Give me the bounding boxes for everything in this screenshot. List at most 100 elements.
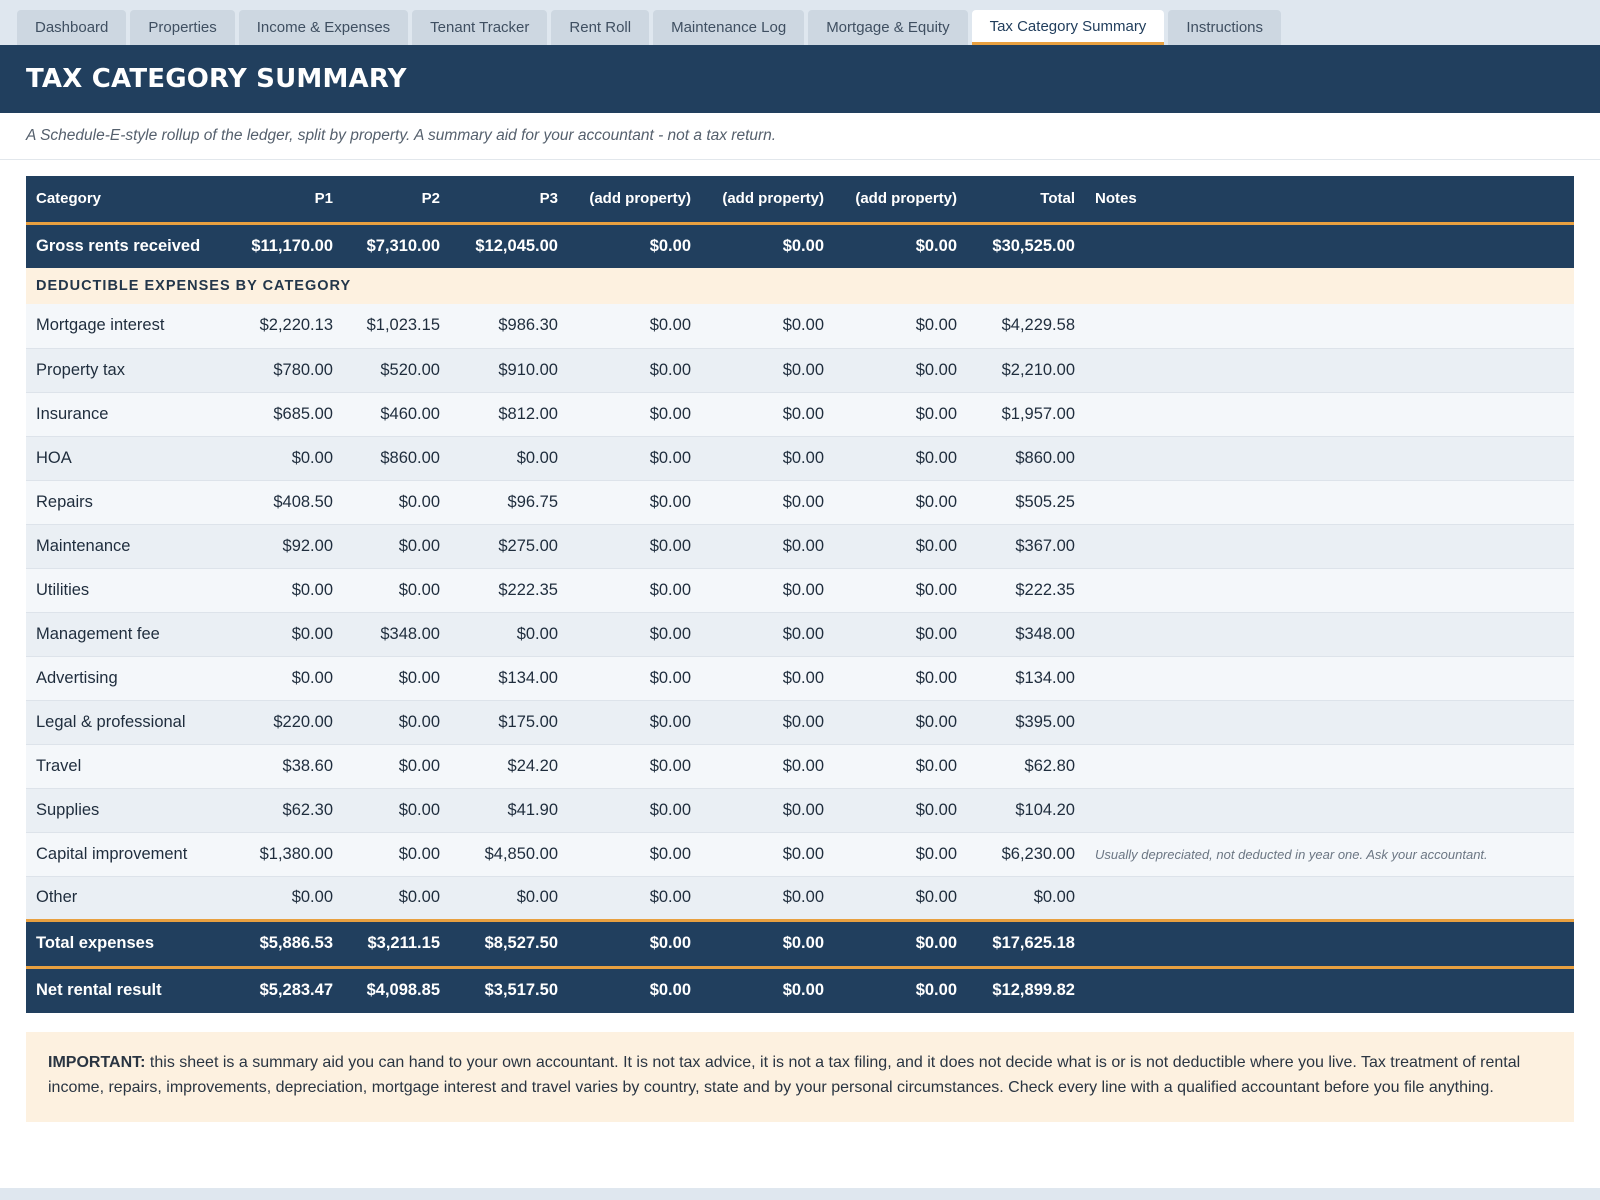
value-cell[interactable]: $0.00 (568, 524, 701, 568)
value-cell[interactable]: $5,886.53 (234, 920, 343, 967)
value-cell[interactable]: $62.30 (234, 788, 343, 832)
value-cell[interactable]: $8,527.50 (450, 920, 568, 967)
value-cell[interactable]: $0.00 (343, 788, 450, 832)
value-cell[interactable]: $0.00 (834, 304, 967, 348)
note-cell[interactable] (1085, 304, 1574, 348)
value-cell[interactable]: $1,023.15 (343, 304, 450, 348)
note-cell[interactable] (1085, 436, 1574, 480)
value-cell[interactable]: $0.00 (234, 568, 343, 612)
note-cell[interactable] (1085, 788, 1574, 832)
value-cell[interactable]: $0.00 (234, 436, 343, 480)
value-cell[interactable]: $0.00 (834, 348, 967, 392)
value-cell[interactable]: $3,211.15 (343, 920, 450, 967)
note-cell[interactable] (1085, 612, 1574, 656)
value-cell[interactable]: $275.00 (450, 524, 568, 568)
value-cell[interactable]: $38.60 (234, 744, 343, 788)
total-cell[interactable]: $367.00 (967, 524, 1085, 568)
value-cell[interactable]: $11,170.00 (234, 223, 343, 268)
value-cell[interactable]: $780.00 (234, 348, 343, 392)
note-cell[interactable] (1085, 920, 1574, 967)
value-cell[interactable]: $0.00 (834, 788, 967, 832)
value-cell[interactable]: $5,283.47 (234, 967, 343, 1013)
value-cell[interactable]: $0.00 (568, 700, 701, 744)
value-cell[interactable]: $0.00 (834, 223, 967, 268)
value-cell[interactable]: $134.00 (450, 656, 568, 700)
value-cell[interactable]: $0.00 (568, 832, 701, 876)
value-cell[interactable]: $1,380.00 (234, 832, 343, 876)
value-cell[interactable]: $0.00 (834, 392, 967, 436)
value-cell[interactable]: $0.00 (234, 612, 343, 656)
note-cell[interactable] (1085, 700, 1574, 744)
value-cell[interactable]: $4,098.85 (343, 967, 450, 1013)
value-cell[interactable]: $0.00 (568, 744, 701, 788)
value-cell[interactable]: $0.00 (701, 524, 834, 568)
total-cell[interactable]: $395.00 (967, 700, 1085, 744)
value-cell[interactable]: $0.00 (568, 920, 701, 967)
total-cell[interactable]: $30,525.00 (967, 223, 1085, 268)
value-cell[interactable]: $3,517.50 (450, 967, 568, 1013)
value-cell[interactable]: $0.00 (834, 700, 967, 744)
value-cell[interactable]: $460.00 (343, 392, 450, 436)
value-cell[interactable]: $0.00 (701, 744, 834, 788)
tab-properties[interactable]: Properties (130, 10, 235, 45)
value-cell[interactable]: $0.00 (701, 568, 834, 612)
value-cell[interactable]: $0.00 (343, 656, 450, 700)
value-cell[interactable]: $0.00 (701, 612, 834, 656)
tab-income-and-expenses[interactable]: Income & Expenses (238, 10, 409, 45)
value-cell[interactable]: $0.00 (701, 832, 834, 876)
total-cell[interactable]: $348.00 (967, 612, 1085, 656)
value-cell[interactable]: $0.00 (834, 612, 967, 656)
value-cell[interactable]: $0.00 (834, 920, 967, 967)
value-cell[interactable]: $0.00 (701, 876, 834, 920)
value-cell[interactable]: $4,850.00 (450, 832, 568, 876)
value-cell[interactable]: $0.00 (568, 967, 701, 1013)
total-cell[interactable]: $2,210.00 (967, 348, 1085, 392)
value-cell[interactable]: $0.00 (568, 304, 701, 348)
value-cell[interactable]: $41.90 (450, 788, 568, 832)
value-cell[interactable]: $0.00 (568, 348, 701, 392)
note-cell[interactable] (1085, 223, 1574, 268)
total-cell[interactable]: $17,625.18 (967, 920, 1085, 967)
value-cell[interactable]: $24.20 (450, 744, 568, 788)
value-cell[interactable]: $0.00 (568, 436, 701, 480)
value-cell[interactable]: $685.00 (234, 392, 343, 436)
value-cell[interactable]: $7,310.00 (343, 223, 450, 268)
value-cell[interactable]: $0.00 (701, 304, 834, 348)
note-cell[interactable] (1085, 524, 1574, 568)
total-cell[interactable]: $134.00 (967, 656, 1085, 700)
note-cell[interactable]: Usually depreciated, not deducted in yea… (1085, 832, 1574, 876)
value-cell[interactable]: $0.00 (568, 788, 701, 832)
value-cell[interactable]: $0.00 (701, 348, 834, 392)
value-cell[interactable]: $0.00 (701, 788, 834, 832)
value-cell[interactable]: $408.50 (234, 480, 343, 524)
value-cell[interactable]: $0.00 (834, 436, 967, 480)
note-cell[interactable] (1085, 348, 1574, 392)
value-cell[interactable]: $0.00 (701, 480, 834, 524)
value-cell[interactable]: $222.35 (450, 568, 568, 612)
note-cell[interactable] (1085, 568, 1574, 612)
tab-instructions[interactable]: Instructions (1168, 10, 1282, 45)
value-cell[interactable]: $0.00 (450, 436, 568, 480)
total-cell[interactable]: $4,229.58 (967, 304, 1085, 348)
value-cell[interactable]: $220.00 (234, 700, 343, 744)
value-cell[interactable]: $0.00 (701, 920, 834, 967)
value-cell[interactable]: $0.00 (568, 392, 701, 436)
value-cell[interactable]: $348.00 (343, 612, 450, 656)
value-cell[interactable]: $0.00 (450, 876, 568, 920)
value-cell[interactable]: $96.75 (450, 480, 568, 524)
total-cell[interactable]: $12,899.82 (967, 967, 1085, 1013)
value-cell[interactable]: $0.00 (701, 392, 834, 436)
value-cell[interactable]: $0.00 (834, 832, 967, 876)
value-cell[interactable]: $520.00 (343, 348, 450, 392)
total-cell[interactable]: $1,957.00 (967, 392, 1085, 436)
value-cell[interactable]: $0.00 (701, 223, 834, 268)
total-cell[interactable]: $860.00 (967, 436, 1085, 480)
note-cell[interactable] (1085, 876, 1574, 920)
value-cell[interactable]: $0.00 (343, 832, 450, 876)
value-cell[interactable]: $0.00 (834, 524, 967, 568)
value-cell[interactable]: $0.00 (343, 744, 450, 788)
value-cell[interactable]: $0.00 (568, 656, 701, 700)
value-cell[interactable]: $0.00 (701, 700, 834, 744)
value-cell[interactable]: $0.00 (343, 568, 450, 612)
total-cell[interactable]: $222.35 (967, 568, 1085, 612)
